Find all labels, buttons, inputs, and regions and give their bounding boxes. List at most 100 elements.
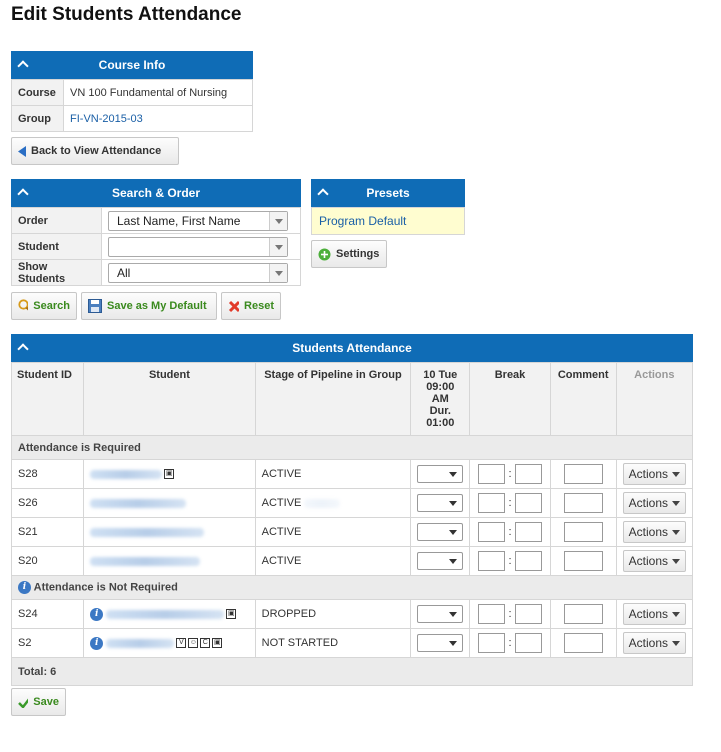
stage-status: ACTIVE [254,546,412,576]
course-value: VN 100 Fundamental of Nursing [63,79,253,106]
student-select[interactable] [108,236,288,257]
student-id: S2 [10,628,85,658]
break-hours-input[interactable] [478,604,506,624]
search-order-panel: Search & Order Order Last Name, First Na… [11,179,301,286]
break-hours-input[interactable] [478,551,506,571]
actions-dropdown[interactable]: Actions [622,603,686,625]
back-to-view-attendance-button[interactable]: Back to View Attendance [11,137,179,165]
col-break: Break [469,362,551,436]
preset-program-default[interactable]: Program Default [319,214,406,228]
student-id: S26 [10,488,85,518]
attendance-table: Student ID Student Stage of Pipeline in … [10,362,694,686]
col-student-id[interactable]: Student ID [10,362,85,436]
search-order-title: Search & Order [111,186,201,200]
comment-input[interactable] [563,604,603,624]
col-student[interactable]: Student [83,362,256,436]
attendance-select[interactable] [417,494,464,512]
close-icon [228,300,240,312]
actions-dropdown[interactable]: Actions [622,550,686,572]
collapse-icon[interactable] [19,334,27,365]
break-hours-input[interactable] [478,464,506,484]
col-comment: Comment [549,362,617,436]
student-name [83,546,256,576]
caret-down-icon [672,640,680,646]
badge-c: C [200,638,211,648]
comment-input[interactable] [563,551,603,571]
show-students-select[interactable]: All [108,262,288,283]
presets-header[interactable]: Presets [311,179,465,207]
back-arrow-icon [18,145,26,157]
collapse-icon[interactable] [319,179,327,210]
order-select[interactable]: Last Name, First Name [108,210,288,231]
page-title: Edit Students Attendance [11,4,242,25]
attendance-select[interactable] [417,523,464,541]
student-name: i ▣ [83,599,256,629]
actions-dropdown[interactable]: Actions [622,632,686,654]
save-as-default-button[interactable]: Save as My Default [81,292,217,320]
actions-dropdown[interactable]: Actions [622,521,686,543]
user-icon: ☺ [188,638,199,648]
table-row: S2 i V ☺ C ▣ NOT STARTED : Actions [10,628,694,658]
break-minutes-input[interactable] [514,493,542,513]
col-session: 10 Tue 09:00 AM Dur. 01:00 [410,362,471,436]
break-minutes-input[interactable] [514,551,542,571]
break-hours-input[interactable] [478,633,506,653]
comment-input[interactable] [563,493,603,513]
student-id: S20 [10,546,85,576]
search-order-header[interactable]: Search & Order [11,179,301,207]
attendance-select[interactable] [417,634,464,652]
settings-button[interactable]: Settings [311,240,387,268]
comment-input[interactable] [563,522,603,542]
group-link[interactable]: FI-VN-2015-03 [70,113,143,125]
info-icon[interactable]: i [90,607,104,621]
search-button[interactable]: Search [11,292,77,320]
break-hours-input[interactable] [478,522,506,542]
chevron-down-icon [269,263,287,282]
attendance-select[interactable] [417,552,464,570]
break-minutes-input[interactable] [514,522,542,542]
info-icon: i [18,581,31,594]
checkmark-icon [18,697,29,708]
group-required-label: Attendance is Required [11,435,693,460]
stage-status: ACTIVE [254,488,412,518]
students-attendance-header[interactable]: Students Attendance [11,334,693,362]
order-label: Order [11,207,102,234]
students-attendance-panel: Students Attendance Student ID Student S… [10,334,694,686]
stage-status: ACTIVE [254,517,412,547]
group-label: Group [11,105,64,132]
lock-icon: ▣ [212,638,223,648]
stage-status: ACTIVE [254,459,412,489]
comment-input[interactable] [563,464,603,484]
break-hours-input[interactable] [478,493,506,513]
actions-dropdown[interactable]: Actions [622,492,686,514]
floppy-disk-icon [88,299,102,313]
table-row: S24 i ▣ DROPPED : Actions [10,599,694,629]
student-name [83,517,256,547]
table-row: S21 ACTIVE : Actions [10,517,694,547]
caret-down-icon [672,500,680,506]
collapse-icon[interactable] [19,51,27,82]
break-minutes-input[interactable] [514,464,542,484]
lock-icon: ▣ [226,609,237,619]
info-icon[interactable]: i [90,636,104,650]
lock-icon: ▣ [164,469,175,480]
attendance-select[interactable] [417,465,464,483]
col-stage[interactable]: Stage of Pipeline in Group [254,362,412,436]
course-info-header[interactable]: Course Info [11,51,253,79]
student-id: S28 [10,459,85,489]
attendance-select[interactable] [417,605,464,623]
table-row: S28 ▣ ACTIVE : Actions [10,459,694,489]
actions-dropdown[interactable]: Actions [622,463,686,485]
collapse-icon[interactable] [19,179,27,210]
course-info-panel: Course Info Course VN 100 Fundamental of… [11,51,253,132]
break-minutes-input[interactable] [514,633,542,653]
plus-circle-icon [318,248,331,260]
show-students-label: Show Students [11,259,102,286]
badge-v: V [176,638,187,648]
save-button[interactable]: Save [11,688,66,716]
comment-input[interactable] [563,633,603,653]
break-minutes-input[interactable] [514,604,542,624]
stage-status: DROPPED [254,599,412,629]
student-id: S24 [10,599,85,629]
reset-button[interactable]: Reset [221,292,281,320]
